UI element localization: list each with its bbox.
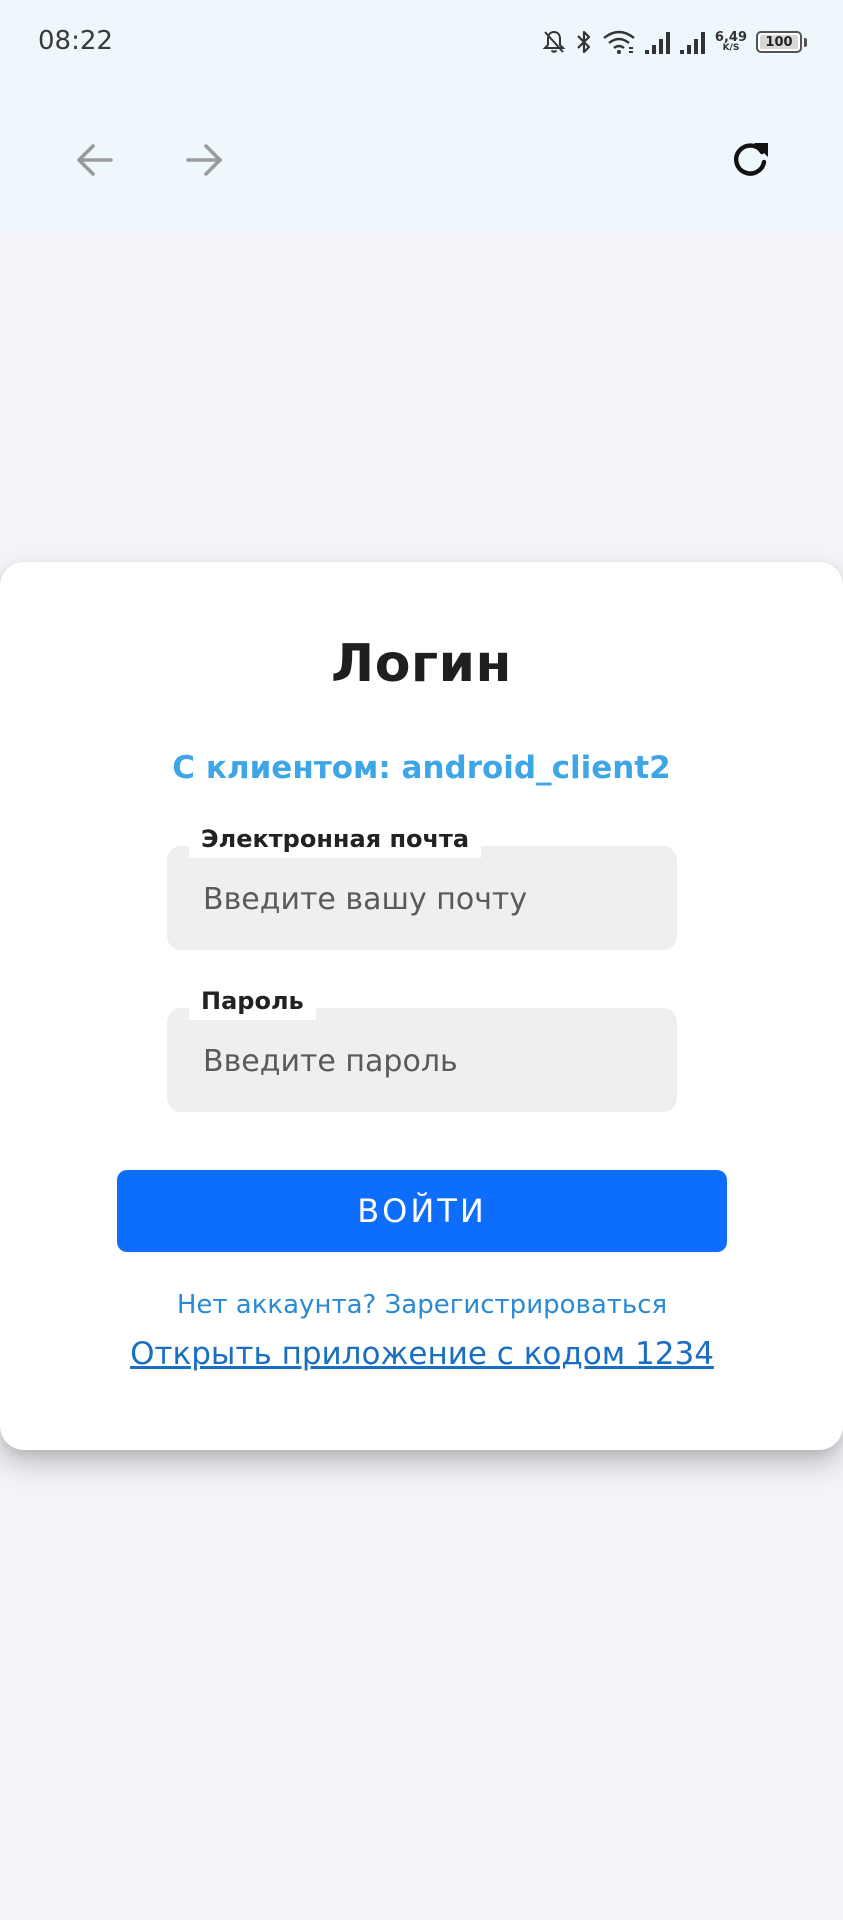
top-area: 08:22 6,49 K/S 100 xyxy=(0,0,843,232)
signal-icon xyxy=(644,30,671,54)
network-speed: 6,49 K/S xyxy=(715,31,747,53)
arrow-left-icon xyxy=(77,144,113,176)
register-link[interactable]: Нет аккаунта? Зарегистрироваться xyxy=(167,1290,677,1320)
status-icons: 6,49 K/S 100 xyxy=(542,24,807,60)
email-field[interactable] xyxy=(167,846,677,950)
email-field-group: Электронная почта xyxy=(167,822,677,950)
refresh-icon xyxy=(734,143,768,176)
open-app-link[interactable]: Открыть приложение с кодом 1234 xyxy=(117,1336,727,1372)
password-field-group: Пароль xyxy=(167,984,677,1112)
arrow-right-icon xyxy=(186,144,222,176)
network-speed-unit: K/S xyxy=(722,43,740,53)
login-button[interactable]: ВОЙТИ xyxy=(117,1170,727,1252)
status-time: 08:22 xyxy=(38,26,113,56)
reload-button[interactable] xyxy=(715,120,785,200)
battery-level: 100 xyxy=(765,34,793,50)
battery-icon: 100 xyxy=(756,31,802,53)
password-field[interactable] xyxy=(167,1008,677,1112)
browser-nav-bar xyxy=(0,120,843,200)
login-card: Логин С клиентом: android_client2 Электр… xyxy=(0,562,843,1450)
bluetooth-icon xyxy=(575,29,593,55)
password-label: Пароль xyxy=(189,984,316,1020)
battery-cap xyxy=(804,37,807,47)
email-input[interactable] xyxy=(203,874,653,924)
password-input[interactable] xyxy=(203,1036,653,1086)
client-label: С клиентом: android_client2 xyxy=(172,750,671,786)
email-label: Электронная почта xyxy=(189,822,482,858)
forward-button[interactable] xyxy=(170,120,240,200)
bell-off-icon xyxy=(542,29,566,55)
back-button[interactable] xyxy=(59,120,129,200)
status-bar: 08:22 6,49 K/S 100 xyxy=(0,0,843,86)
signal-icon xyxy=(679,30,706,54)
login-title: Логин xyxy=(331,634,512,694)
wifi-icon xyxy=(602,29,636,55)
